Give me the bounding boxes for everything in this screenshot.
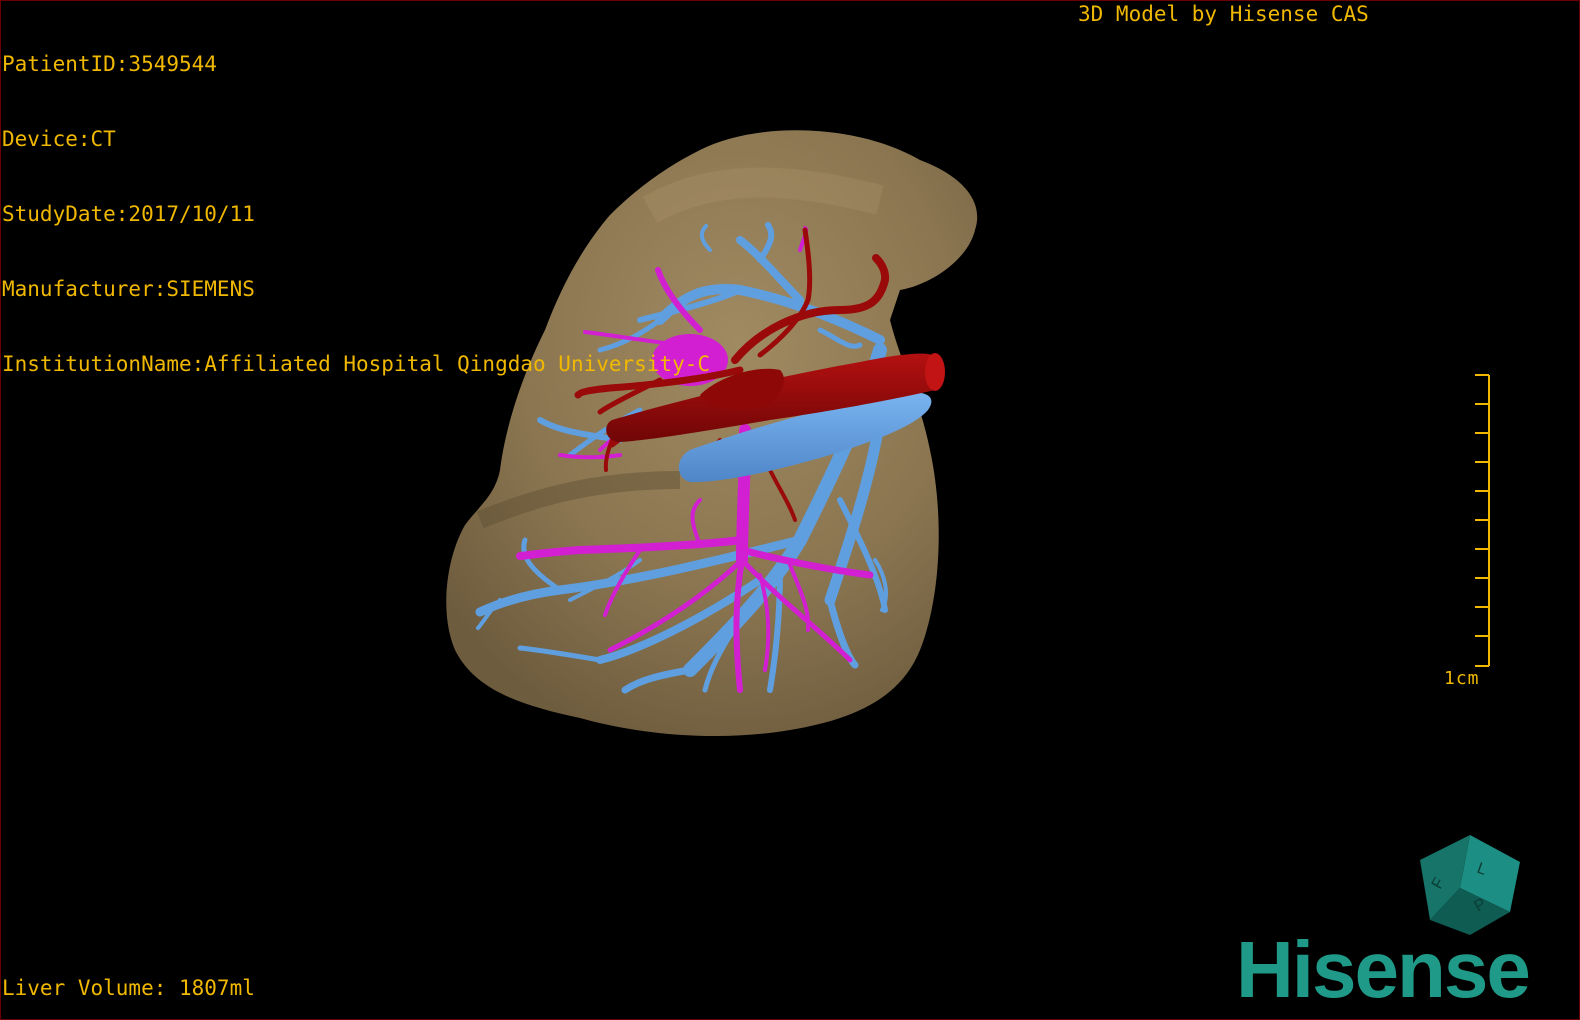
study-date: StudyDate:2017/10/11 (2, 202, 255, 226)
patient-id: PatientID:3549544 (2, 52, 217, 76)
model-credit: 3D Model by Hisense CAS (1078, 2, 1369, 26)
manufacturer: Manufacturer:SIEMENS (2, 277, 255, 301)
device: Device:CT (2, 127, 116, 151)
aorta-end-cap (925, 353, 945, 391)
orientation-cube-icon[interactable]: F L P (1420, 835, 1520, 935)
dicom-info-overlay: PatientID:3549544 Device:CT StudyDate:20… (2, 2, 710, 402)
scale-bar (1475, 374, 1490, 667)
liver-volume: Liver Volume: 1807ml (2, 976, 255, 1000)
hisense-logo: Hisense (1236, 925, 1531, 1014)
institution-name: InstitutionName:Affiliated Hospital Qing… (2, 352, 711, 376)
scale-bar-label: 1cm (1444, 668, 1480, 689)
